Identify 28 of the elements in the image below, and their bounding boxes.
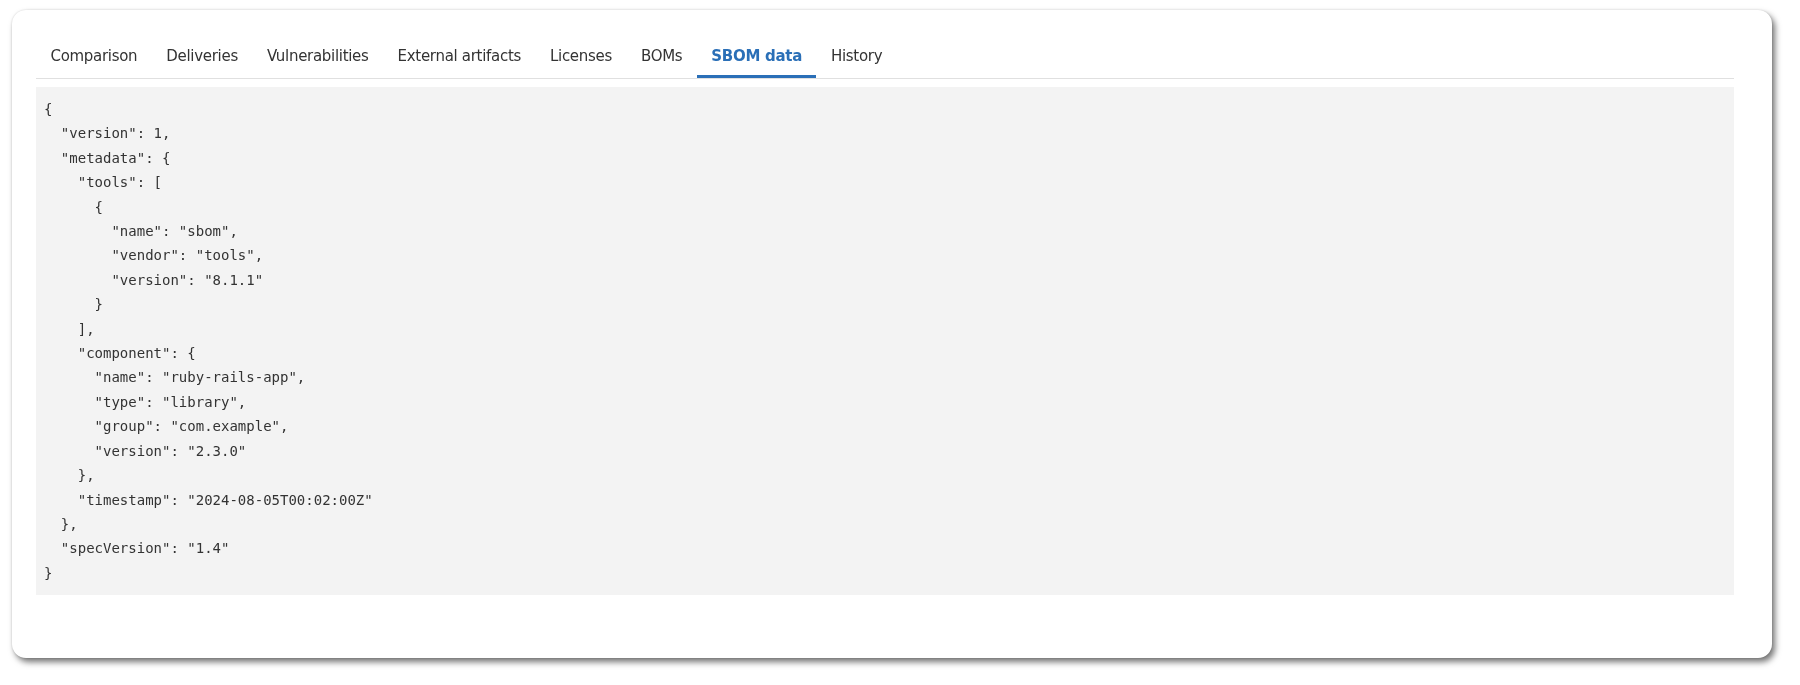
code-line: "timestamp": "2024-08-05T00:02:00Z" <box>76 490 374 510</box>
code-line: }, <box>76 466 96 486</box>
code-line: ], <box>76 319 96 339</box>
code-line: { <box>93 197 104 217</box>
code-line: "group": "com.example", <box>93 417 290 437</box>
code-line: "tools": [ <box>76 173 163 193</box>
tab[interactable]: BOMs <box>626 35 697 78</box>
code-line: "version": "8.1.1" <box>110 270 265 290</box>
code-line: }, <box>59 514 79 534</box>
code-line: { <box>44 100 54 119</box>
code-line: } <box>44 563 54 583</box>
code-line: "name": "sbom", <box>110 222 239 242</box>
tab[interactable]: External artifacts <box>383 35 536 78</box>
tab[interactable]: Vulnerabilities <box>252 35 384 78</box>
code-line: "type": "library", <box>93 392 248 412</box>
code-line: "metadata": { <box>59 148 172 168</box>
code-line: "version": 1, <box>59 124 172 144</box>
code-line: "version": "2.3.0" <box>93 441 248 461</box>
tab[interactable]: Licenses <box>535 35 627 78</box>
tab[interactable]: Comparison <box>36 35 152 78</box>
code-line: "vendor": "tools", <box>110 246 265 266</box>
code-line: "component": { <box>76 344 197 364</box>
code-line: "specVersion": "1.4" <box>59 539 231 559</box>
code-line: } <box>93 295 104 315</box>
code-line: "name": "ruby-rails-app", <box>93 368 307 388</box>
tab[interactable]: History <box>816 35 897 78</box>
tab[interactable]: Deliveries <box>151 35 253 78</box>
tab[interactable]: SBOM data <box>696 35 817 78</box>
